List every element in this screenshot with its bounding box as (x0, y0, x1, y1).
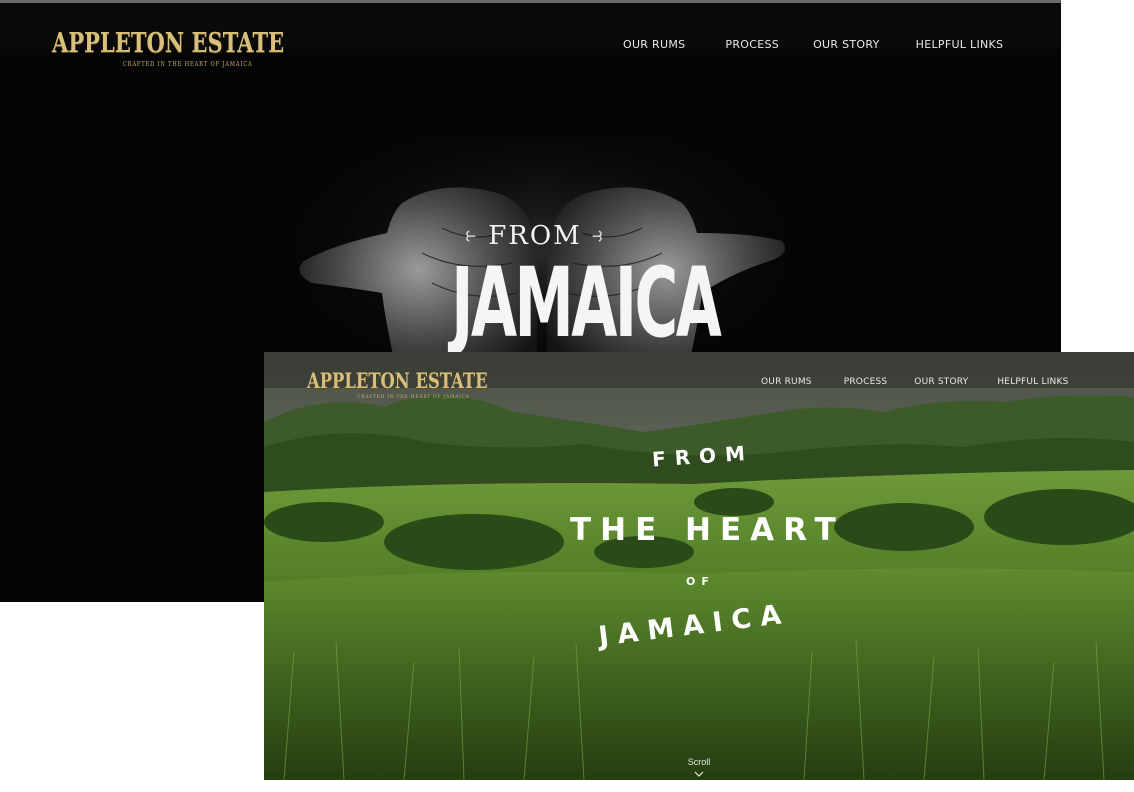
logo-wordmark: APPLETON ESTATE (307, 368, 488, 393)
hero-headline: ⥼ FROM ⥽ JAMAICA (400, 221, 722, 359)
nav-process[interactable]: PROCESS (844, 377, 888, 387)
swash-ornament-icon: ⥽ (589, 225, 607, 247)
scroll-label[interactable]: Scroll (264, 757, 1134, 767)
nav-our-story[interactable]: OUR STORY (914, 377, 968, 387)
nav-helpful-links[interactable]: HELPFUL LINKS (997, 377, 1068, 387)
hero-the-heart-text: THE HEART (570, 512, 845, 548)
nav-helpful-links[interactable]: HELPFUL LINKS (916, 38, 1004, 51)
hero-headline: FROM THE HEART OF JAMAICA (264, 352, 1134, 780)
hero-jamaica-text: JAMAICA (451, 247, 722, 359)
hero-from-text: FROM (651, 440, 755, 472)
appleton-estate-logo[interactable]: APPLETON ESTATE CRAFTED IN THE HEART OF … (307, 368, 539, 400)
main-nav: OUR RUMS PROCESS OUR STORY HELPFUL LINKS (623, 38, 1003, 51)
nav-our-rums[interactable]: OUR RUMS (623, 38, 685, 51)
hero-of-text: OF (686, 575, 715, 588)
logo-tagline: CRAFTED IN THE HEART OF JAMAICA (122, 61, 253, 68)
field-hero-screenshot: FROM THE HEART OF JAMAICA Scroll (264, 352, 1134, 780)
nav-our-rums[interactable]: OUR RUMS (761, 377, 812, 387)
logo-tagline: CRAFTED IN THE HEART OF JAMAICA (357, 394, 470, 400)
swash-ornament-icon: ⥼ (463, 225, 481, 247)
chevron-down-icon[interactable] (694, 771, 704, 777)
hero-jamaica-text: JAMAICA (596, 598, 792, 653)
main-nav: OUR RUMS PROCESS OUR STORY HELPFUL LINKS (761, 377, 1069, 387)
nav-our-story[interactable]: OUR STORY (813, 38, 880, 51)
appleton-estate-logo[interactable]: APPLETON ESTATE CRAFTED IN THE HEART OF … (52, 28, 350, 68)
nav-process[interactable]: PROCESS (725, 38, 779, 51)
logo-wordmark: APPLETON ESTATE (52, 28, 285, 59)
